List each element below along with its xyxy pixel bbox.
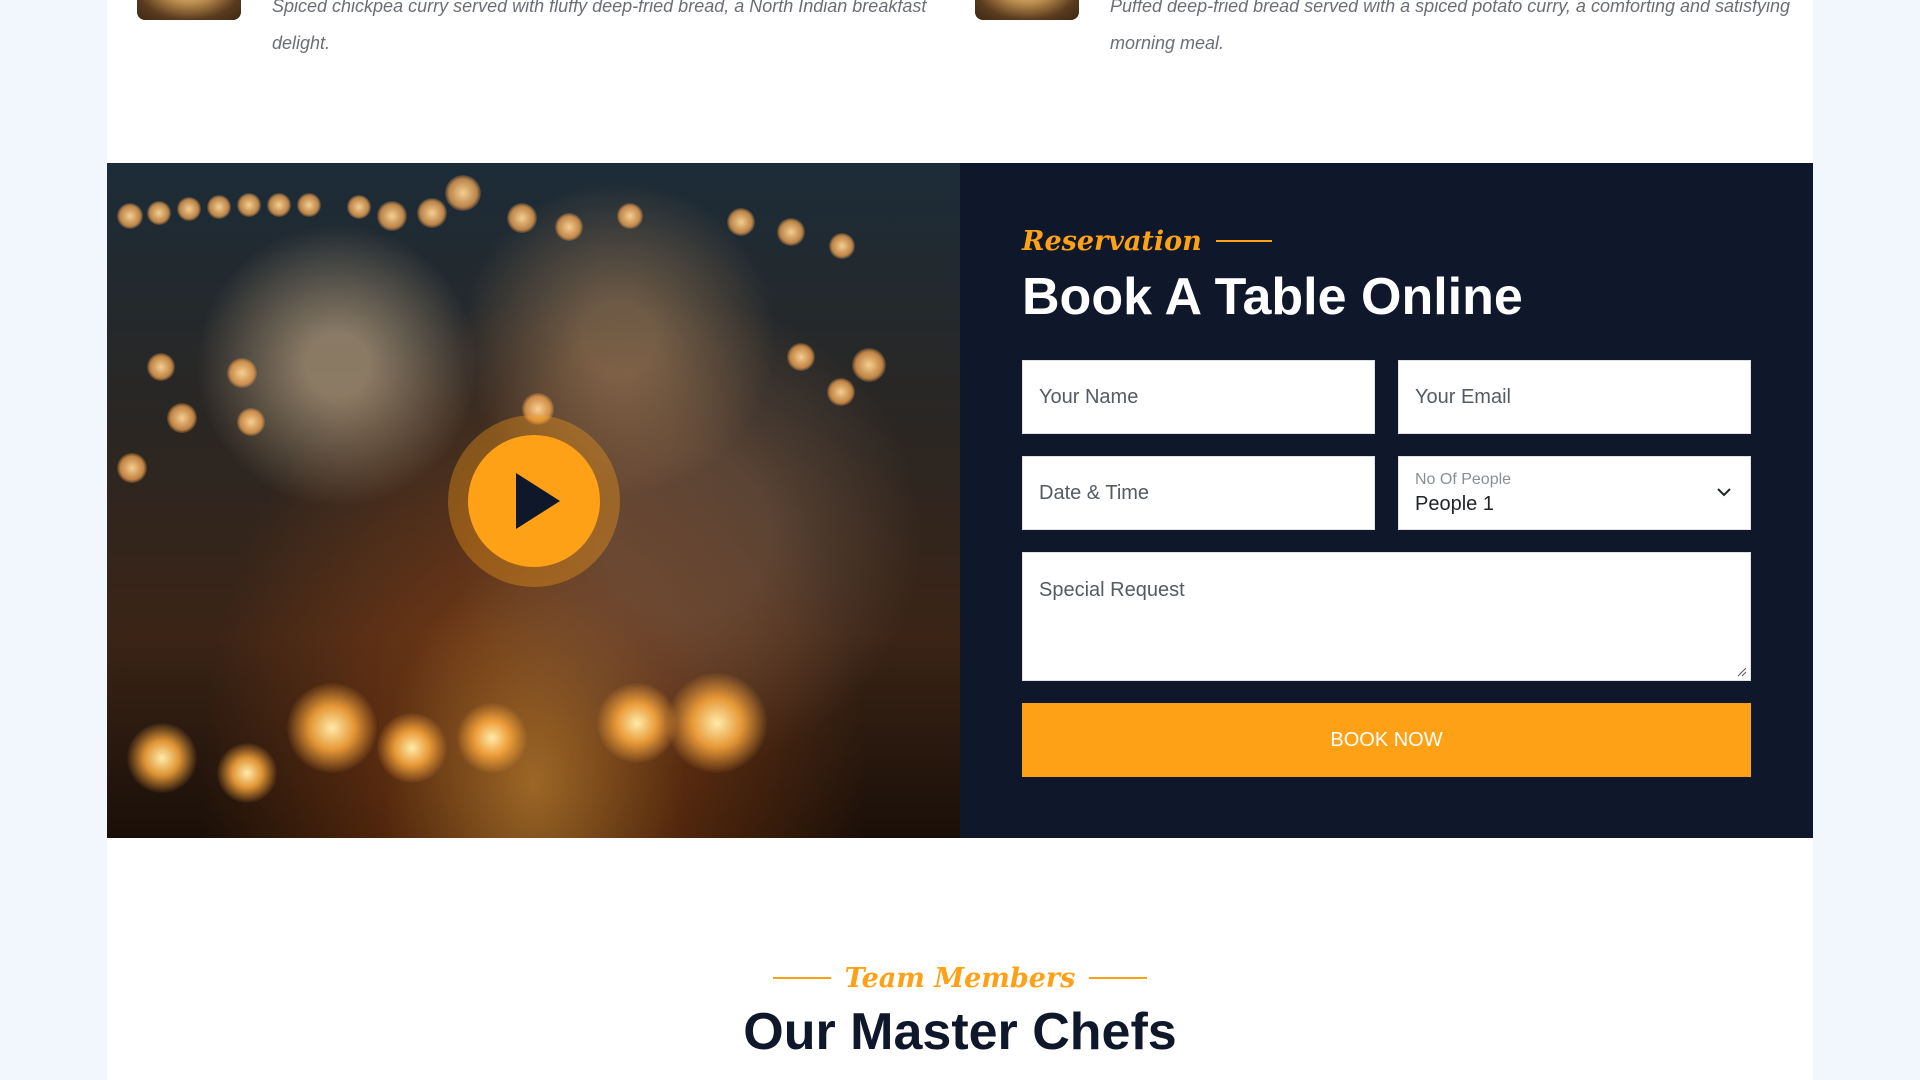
team-eyebrow-text: Team Members bbox=[844, 962, 1076, 994]
resize-handle-icon[interactable] bbox=[1737, 667, 1747, 677]
email-field[interactable]: Your Email bbox=[1398, 360, 1751, 434]
menu-item: Spiced chickpea curry served with fluffy… bbox=[137, 0, 926, 53]
team-title: Our Master Chefs bbox=[743, 1003, 1177, 1061]
special-request-textarea[interactable]: Special Request bbox=[1022, 552, 1751, 681]
section-title: Book A Table Online bbox=[1022, 268, 1523, 326]
name-field[interactable]: Your Name bbox=[1022, 360, 1375, 434]
video-thumbnail[interactable] bbox=[107, 163, 960, 838]
page-container: Spiced chickpea curry served with fluffy… bbox=[107, 0, 1813, 1080]
reservation-form-panel: Reservation Book A Table Online Your Nam… bbox=[960, 163, 1813, 838]
people-select[interactable]: No Of People People 1 bbox=[1398, 456, 1751, 530]
eyebrow-text: Reservation bbox=[1022, 225, 1202, 257]
play-button[interactable] bbox=[468, 435, 600, 567]
section-eyebrow: Reservation bbox=[1022, 221, 1751, 261]
eyebrow-line bbox=[1089, 977, 1148, 979]
datetime-field-placeholder: Date & Time bbox=[1039, 481, 1150, 504]
eyebrow-line bbox=[772, 977, 831, 979]
menu-item-image bbox=[975, 0, 1079, 20]
reservation-form: Your Name Your Email Date & Time No Of P… bbox=[1022, 360, 1751, 777]
team-eyebrow: Team Members bbox=[107, 958, 1813, 998]
datetime-field[interactable]: Date & Time bbox=[1022, 456, 1375, 530]
people-select-value: People 1 bbox=[1415, 492, 1494, 515]
menu-item: Puffed deep-fried bread served with a sp… bbox=[975, 0, 1790, 53]
name-field-placeholder: Your Name bbox=[1039, 385, 1139, 408]
chevron-down-icon bbox=[1717, 488, 1731, 497]
email-field-placeholder: Your Email bbox=[1415, 385, 1511, 408]
menu-item-description: Spiced chickpea curry served with fluffy… bbox=[272, 0, 927, 53]
book-now-button[interactable]: BOOK NOW bbox=[1022, 703, 1751, 777]
special-request-placeholder: Special Request bbox=[1039, 579, 1185, 601]
reservation-section: Reservation Book A Table Online Your Nam… bbox=[107, 163, 1813, 838]
menu-item-image bbox=[137, 0, 241, 20]
play-icon bbox=[516, 473, 560, 529]
menu-item-description: Puffed deep-fried bread served with a sp… bbox=[1110, 0, 1791, 53]
people-select-label: No Of People bbox=[1415, 470, 1512, 488]
eyebrow-line bbox=[1215, 240, 1272, 242]
